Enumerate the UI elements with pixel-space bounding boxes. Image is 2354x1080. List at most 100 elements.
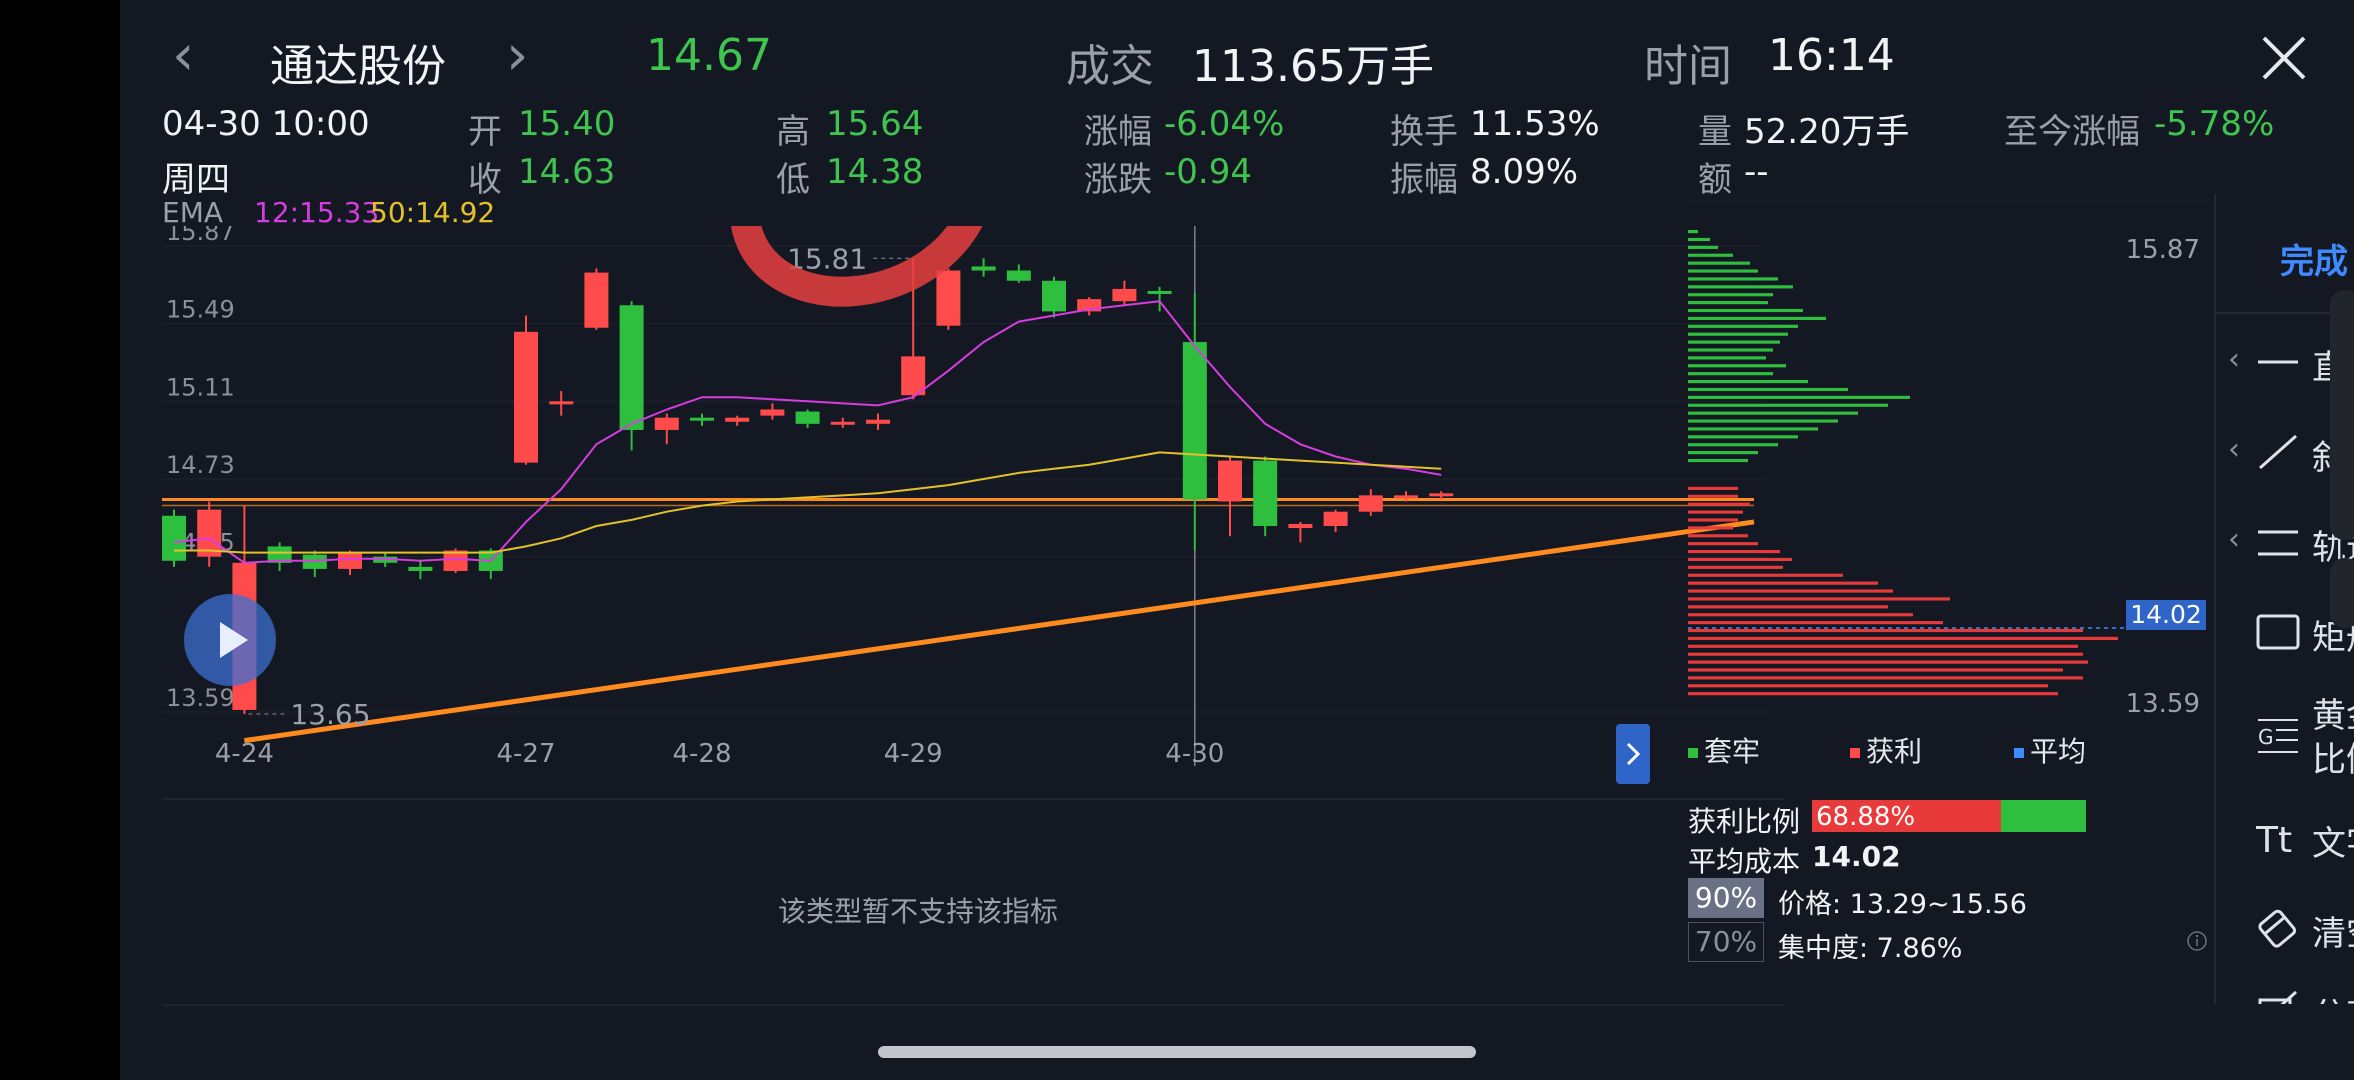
side-handle-bottom[interactable] xyxy=(2330,558,2354,628)
chip-bar-profit xyxy=(1688,613,1913,617)
tool-label: 文字 xyxy=(2312,824,2354,864)
legend-profit-marker xyxy=(1850,748,1860,758)
quote-datetime: 04-30 10:00 xyxy=(162,104,370,144)
candlestick-chart[interactable]: 15.8715.4915.1114.7314.3513.594-244-274-… xyxy=(162,226,1784,766)
ema50-value: 50:14.92 xyxy=(370,196,496,229)
chip-bar-trapped xyxy=(1688,411,1858,415)
legend-trapped-marker xyxy=(1688,748,1698,758)
candle-body xyxy=(338,552,362,569)
chip-bar-trapped xyxy=(1688,395,1910,399)
x-tick-label: 4-24 xyxy=(215,739,274,766)
tool-golden-ratio[interactable]: G 黄金 比例 xyxy=(2216,688,2354,784)
chip-bar-profit xyxy=(1688,502,1750,506)
expand-chart-button[interactable] xyxy=(1616,724,1650,784)
chip-bar-profit xyxy=(1688,542,1758,546)
diagonal-line-icon xyxy=(2259,434,2297,470)
play-button[interactable] xyxy=(182,592,278,688)
ytd-value: -5.78% xyxy=(2154,104,2275,144)
chip-bar-profit xyxy=(1688,621,1943,625)
chip-bar-profit xyxy=(1688,636,2118,640)
turnover-label: 换手 xyxy=(1390,112,1458,152)
candle-body xyxy=(1006,270,1031,281)
chip-bar-trapped xyxy=(1688,332,1788,336)
pct90-toggle[interactable]: 90% xyxy=(1688,878,1764,918)
candle-body xyxy=(901,356,926,396)
qty-label: 量 xyxy=(1698,112,1732,152)
quote-weekday: 周四 xyxy=(162,160,230,200)
chip-bar-profit xyxy=(1688,581,1878,585)
channel-icon xyxy=(2258,530,2298,556)
tool-label: 分享 xyxy=(2312,988,2354,1004)
chip-bar-profit xyxy=(1688,597,1950,601)
svg-text:Tt: Tt xyxy=(2256,820,2292,858)
time-value: 16:14 xyxy=(1768,30,1895,81)
y-tick-label: 15.87 xyxy=(166,226,235,246)
candle-body xyxy=(162,515,186,561)
tool-clear[interactable]: 清空 xyxy=(2216,894,2354,964)
legend-avg: 平均 xyxy=(2030,735,2087,768)
chip-bar-trapped xyxy=(1688,403,1888,407)
chip-bar-trapped xyxy=(1688,245,1718,249)
amount-label: 额 xyxy=(1698,160,1732,200)
candle-body xyxy=(1323,511,1348,527)
chip-bar-trapped xyxy=(1688,356,1766,360)
indicator-notice: 该类型暂不支持该指标 xyxy=(778,895,1059,928)
chip-legend-avg: 平均 xyxy=(2014,730,2086,770)
profit-ratio-value: 68.88% xyxy=(1816,802,1916,832)
chip-bar-trapped xyxy=(1688,269,1758,273)
change-label: 涨跌 xyxy=(1084,160,1152,200)
close-value: 14.63 xyxy=(518,152,616,192)
chip-distribution-chart: 15.87 13.59 14.02 xyxy=(1688,200,2208,719)
chip-bar-trapped xyxy=(1688,340,1780,344)
ytd-label: 至今涨幅 xyxy=(2004,112,2140,152)
chip-bar-profit xyxy=(1688,605,1888,609)
chip-bar-trapped xyxy=(1688,308,1803,313)
chip-bar-profit xyxy=(1688,589,1893,593)
open-value: 15.40 xyxy=(518,104,616,144)
chip-bar-trapped xyxy=(1688,451,1758,455)
candle-body xyxy=(866,419,890,424)
chip-bar-profit xyxy=(1688,573,1843,577)
candle-body xyxy=(1218,460,1242,502)
amplitude-label: 振幅 xyxy=(1390,160,1458,200)
tool-share[interactable]: 分享 xyxy=(2216,976,2354,1004)
avg-cost-value: 14.02 xyxy=(1812,840,1901,873)
profit-ratio-bar: 68.88% xyxy=(1812,800,2086,832)
candle-body xyxy=(1288,523,1313,529)
ema12-value: 12:15.33 xyxy=(254,196,380,229)
done-button[interactable]: 完成 xyxy=(2280,234,2348,283)
prev-stock-chevron-icon[interactable]: ‹ xyxy=(172,28,194,84)
current-price: 14.67 xyxy=(646,30,772,81)
tool-text[interactable]: Tt 文字 xyxy=(2216,804,2354,874)
low-value: 14.38 xyxy=(826,152,924,192)
y-tick-label: 14.73 xyxy=(166,451,235,479)
chip-bar-profit xyxy=(1688,565,1783,569)
chip-bar-trapped xyxy=(1688,293,1773,297)
chip-bar-profit xyxy=(1688,668,2063,672)
pct70-toggle[interactable]: 70% xyxy=(1688,922,1764,962)
chip-bar-trapped xyxy=(1688,364,1786,368)
chip-bar-profit xyxy=(1688,692,2058,696)
info-icon[interactable] xyxy=(2186,930,2208,952)
expand-carrot-icon: ‹ xyxy=(2228,432,2240,467)
high-label: 高 xyxy=(776,112,810,152)
ema50-line xyxy=(174,451,1442,554)
next-stock-chevron-icon[interactable]: › xyxy=(506,28,528,84)
change-pct-value: -6.04% xyxy=(1164,104,1285,144)
chip-bar-profit xyxy=(1688,534,1748,538)
candle-body xyxy=(1112,288,1137,302)
ema-label: EMA xyxy=(162,196,224,229)
home-indicator[interactable] xyxy=(878,1046,1476,1058)
legend-trapped: 套牢 xyxy=(1704,735,1761,768)
y-tick-label: 15.49 xyxy=(166,296,235,324)
amplitude-value: 8.09% xyxy=(1470,152,1579,192)
candle-body xyxy=(584,272,609,328)
close-icon[interactable] xyxy=(2260,34,2308,82)
avg-cost-label: 平均成本 xyxy=(1688,845,1801,878)
side-handle-top[interactable] xyxy=(2330,290,2354,540)
x-tick-label: 4-27 xyxy=(496,739,555,766)
min-annotation: 13.65 xyxy=(290,698,370,731)
tool-label: 黄金 xyxy=(2312,696,2354,736)
chip-bar-trapped xyxy=(1688,285,1793,289)
share-icon xyxy=(2258,990,2298,1004)
